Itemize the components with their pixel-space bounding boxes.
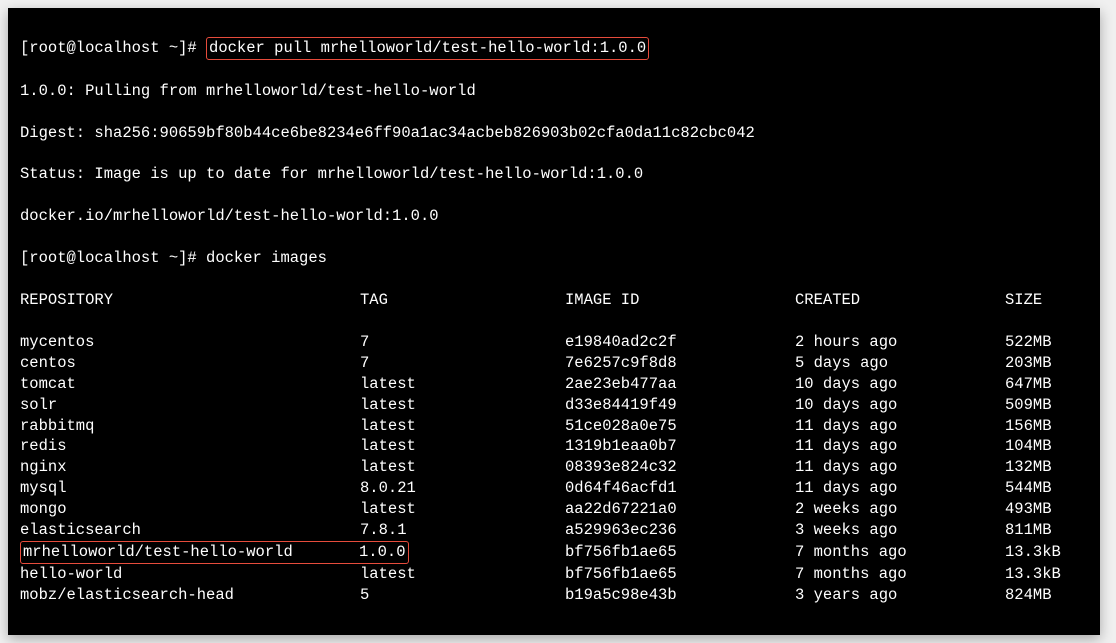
cell-tag: 8.0.21 bbox=[360, 478, 565, 499]
cell-repo: mysql bbox=[20, 478, 360, 499]
cell-image: d33e84419f49 bbox=[565, 395, 795, 416]
table-row: tomcatlatest2ae23eb477aa10 days ago647MB bbox=[20, 374, 1088, 395]
cell-created: 10 days ago bbox=[795, 374, 1005, 395]
cell-image: a529963ec236 bbox=[565, 520, 795, 541]
cell-repo: mycentos bbox=[20, 332, 360, 353]
cell-repo: solr bbox=[20, 395, 360, 416]
output-line: 1.0.0: Pulling from mrhelloworld/test-he… bbox=[20, 81, 1088, 102]
cell-repo: elasticsearch bbox=[20, 520, 360, 541]
highlighted-row-segment: mrhelloworld/test-hello-world1.0.0 bbox=[20, 541, 409, 564]
command-text: docker images bbox=[206, 249, 327, 267]
cell-image: 1319b1eaa0b7 bbox=[565, 436, 795, 457]
tag-text: 1.0.0 bbox=[359, 543, 406, 561]
terminal-window[interactable]: [root@localhost ~]# docker pull mrhellow… bbox=[8, 8, 1100, 635]
cell-image: aa22d67221a0 bbox=[565, 499, 795, 520]
output-line: Digest: sha256:90659bf80b44ce6be8234e6ff… bbox=[20, 123, 1088, 144]
cell-created: 3 weeks ago bbox=[795, 520, 1005, 541]
cell-created: 11 days ago bbox=[795, 416, 1005, 437]
cell-repo: mobz/elasticsearch-head bbox=[20, 585, 360, 606]
cell-size: 493MB bbox=[1005, 499, 1052, 520]
cell-created: 10 days ago bbox=[795, 395, 1005, 416]
table-row: mrhelloworld/test-hello-world1.0.0 bf756f… bbox=[20, 541, 1088, 564]
cell-image-id: bf756fb1ae65 bbox=[565, 542, 795, 563]
cell-tag: latest bbox=[360, 436, 565, 457]
table-row: mysql8.0.210d64f46acfd111 days ago544MB bbox=[20, 478, 1088, 499]
cell-created: 11 days ago bbox=[795, 457, 1005, 478]
cell-size: 13.3kB bbox=[1005, 564, 1061, 585]
table-row: centos77e6257c9f8d85 days ago203MB bbox=[20, 353, 1088, 374]
shell-prompt: [root@localhost ~]# bbox=[20, 39, 206, 57]
table-row: hello-worldlatestbf756fb1ae657 months ag… bbox=[20, 564, 1088, 585]
cell-created: 7 months ago bbox=[795, 564, 1005, 585]
cell-size: 544MB bbox=[1005, 478, 1052, 499]
cell-image: 0d64f46acfd1 bbox=[565, 478, 795, 499]
cell-tag: latest bbox=[360, 564, 565, 585]
cell-image: 08393e824c32 bbox=[565, 457, 795, 478]
table-row: nginxlatest08393e824c3211 days ago132MB bbox=[20, 457, 1088, 478]
cell-image: 7e6257c9f8d8 bbox=[565, 353, 795, 374]
cell-size: 13.3kB bbox=[1005, 542, 1061, 563]
cell-tag: latest bbox=[360, 499, 565, 520]
cell-repo: redis bbox=[20, 436, 360, 457]
cell-size: 156MB bbox=[1005, 416, 1052, 437]
cell-repo: tomcat bbox=[20, 374, 360, 395]
cell-size: 132MB bbox=[1005, 457, 1052, 478]
cell-image: b19a5c98e43b bbox=[565, 585, 795, 606]
command-line-1: [root@localhost ~]# docker pull mrhellow… bbox=[20, 37, 1088, 60]
cell-size: 522MB bbox=[1005, 332, 1052, 353]
header-tag: TAG bbox=[360, 290, 565, 311]
cell-image: 2ae23eb477aa bbox=[565, 374, 795, 395]
output-line: docker.io/mrhelloworld/test-hello-world:… bbox=[20, 206, 1088, 227]
cell-created: 11 days ago bbox=[795, 478, 1005, 499]
table-row: elasticsearch7.8.1a529963ec2363 weeks ag… bbox=[20, 520, 1088, 541]
output-line: Status: Image is up to date for mrhellow… bbox=[20, 164, 1088, 185]
cell-tag: latest bbox=[360, 395, 565, 416]
header-created: CREATED bbox=[795, 290, 1005, 311]
cell-tag: 7 bbox=[360, 332, 565, 353]
cell-repo: rabbitmq bbox=[20, 416, 360, 437]
cell-created: 11 days ago bbox=[795, 436, 1005, 457]
cell-tag: latest bbox=[360, 374, 565, 395]
cell-size: 203MB bbox=[1005, 353, 1052, 374]
cell-tag: 5 bbox=[360, 585, 565, 606]
header-size: SIZE bbox=[1005, 290, 1042, 311]
cell-image: bf756fb1ae65 bbox=[565, 564, 795, 585]
cell-tag: latest bbox=[360, 416, 565, 437]
cell-size: 647MB bbox=[1005, 374, 1052, 395]
table-row: redislatest1319b1eaa0b711 days ago104MB bbox=[20, 436, 1088, 457]
table-row: mongolatestaa22d67221a02 weeks ago493MB bbox=[20, 499, 1088, 520]
command-line-2: [root@localhost ~]# docker images bbox=[20, 248, 1088, 269]
table-row: rabbitmqlatest51ce028a0e7511 days ago156… bbox=[20, 416, 1088, 437]
cell-tag: latest bbox=[360, 457, 565, 478]
table-row: solrlatestd33e84419f4910 days ago509MB bbox=[20, 395, 1088, 416]
cell-tag: 7 bbox=[360, 353, 565, 374]
cell-size: 824MB bbox=[1005, 585, 1052, 606]
cell-image: 51ce028a0e75 bbox=[565, 416, 795, 437]
header-repository: REPOSITORY bbox=[20, 290, 360, 311]
cell-created: 3 years ago bbox=[795, 585, 1005, 606]
cell-size: 509MB bbox=[1005, 395, 1052, 416]
cell-tag: 7.8.1 bbox=[360, 520, 565, 541]
cell-size: 811MB bbox=[1005, 520, 1052, 541]
highlighted-command: docker pull mrhelloworld/test-hello-worl… bbox=[206, 37, 649, 60]
cell-created: 5 days ago bbox=[795, 353, 1005, 374]
repo-text: mrhelloworld/test-hello-world bbox=[23, 542, 359, 563]
cell-size: 104MB bbox=[1005, 436, 1052, 457]
cell-repo: hello-world bbox=[20, 564, 360, 585]
table-header: REPOSITORYTAGIMAGE IDCREATEDSIZE bbox=[20, 290, 1088, 311]
cell-repo: mongo bbox=[20, 499, 360, 520]
cell-image: e19840ad2c2f bbox=[565, 332, 795, 353]
cell-created: 2 weeks ago bbox=[795, 499, 1005, 520]
header-image-id: IMAGE ID bbox=[565, 290, 795, 311]
cell-repo: nginx bbox=[20, 457, 360, 478]
shell-prompt: [root@localhost ~]# bbox=[20, 249, 206, 267]
cell-created: 2 hours ago bbox=[795, 332, 1005, 353]
cell-created: 7 months ago bbox=[795, 542, 1005, 563]
table-row: mycentos7e19840ad2c2f2 hours ago522MB bbox=[20, 332, 1088, 353]
table-row: mobz/elasticsearch-head5b19a5c98e43b3 ye… bbox=[20, 585, 1088, 606]
cell-repo: centos bbox=[20, 353, 360, 374]
